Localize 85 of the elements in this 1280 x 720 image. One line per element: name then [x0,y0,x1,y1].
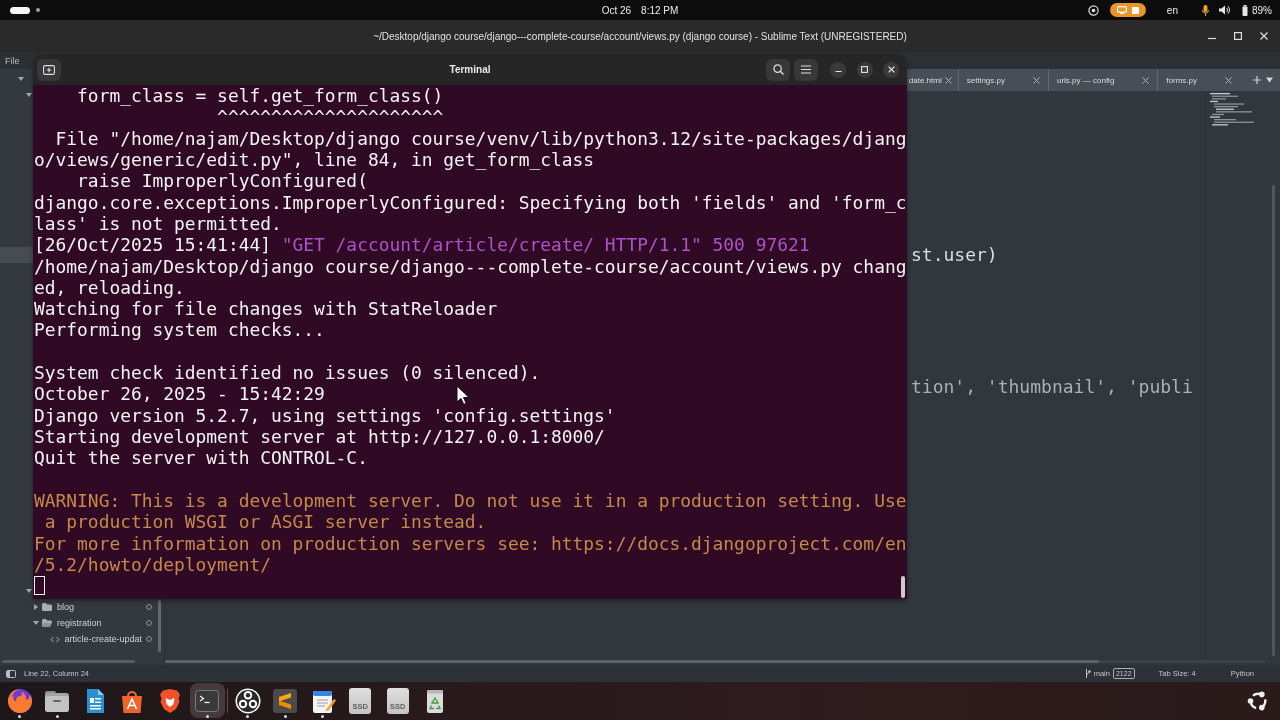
horizontal-scrollbar[interactable] [165,660,1266,663]
terminal-text: raise ImproperlyConfigured( [77,170,368,192]
speaker-icon[interactable] [1219,5,1230,15]
folder-name[interactable]: blog [57,602,74,612]
warning-text: For more information on production servers see: https://docs.djangoproject.com/en [34,532,907,554]
status-ring-icon [146,620,152,626]
mouse-pointer-icon [456,385,470,406]
terminal-text: lass' is not permitted. [34,212,282,234]
search-button[interactable] [766,58,790,81]
caret-icon[interactable] [33,620,39,626]
sidebar-toggle-icon[interactable] [6,669,16,678]
terminal-text: ^^^^^^^^^^^^^^^^^^^^^ [217,106,444,128]
maximize-icon [861,66,868,73]
horizontal-scrollbar[interactable] [2,660,135,663]
status-ring-icon [146,636,152,642]
terminal-text: Performing system checks... [34,319,325,341]
terminal-text: Starting development server at http://127.0.0.1:8000/ [34,426,605,447]
three-circles-icon[interactable] [234,687,261,714]
scrollbar-thumb[interactable] [165,660,1099,663]
clock-text: 8:12 PM [641,4,679,16]
terminal-text: Django version 5.2.7, using settings 'config.settings' [34,404,616,426]
maximize-icon[interactable] [1234,32,1242,40]
terminal-text: System check identified no issues (0 silenced). [34,362,541,384]
stop-square-icon [1131,6,1139,14]
terminal-text: Quit the server with CONTROL-C. [34,447,368,469]
request-log: "GET /account/article/create/ HTTP/1.1" 500 97621 [281,234,810,256]
chevron-tile-icon[interactable] [272,687,299,714]
code-text: st.user) [911,244,998,266]
editor-tab[interactable]: forms.py [1157,69,1240,91]
close-button[interactable] [883,61,899,78]
warning-text: a production WSGI or ASGI server instead. [44,511,487,533]
caret-icon[interactable] [25,588,32,594]
code-file-icon [49,634,60,644]
date-text: Oct 26 [601,4,632,16]
terminal-text: File "/home/najam/Desktop/django course/venv/lib/python3.12/site-packages/djang [55,127,907,149]
editor-tab[interactable]: urls.py — config [1047,69,1158,91]
caret-icon[interactable] [25,92,32,98]
plus-icon[interactable] [1253,76,1261,84]
terminal-text: django.core.exceptions.ImproperlyConfigured: Specifying both 'fields' and 'form_c [34,191,907,213]
search-icon [772,64,784,75]
status-ring-icon [146,604,152,610]
code-text: tion', 'thumbnail', 'publi [911,376,1193,398]
terminal-text: October 26, 2025 - 15:42:29 [34,383,325,405]
maximize-button[interactable] [856,61,873,78]
terminal-text: Watching for file changes with StatReloader [34,298,498,320]
vertical-scrollbar[interactable] [1271,185,1275,656]
menu-button[interactable] [794,58,818,81]
log-timestamp: [26/Oct/2025 15:41:44] [34,234,271,256]
terminal-text: ed, reloading. [34,276,185,298]
warning-text: /5.2/howto/deployment/ [34,553,271,575]
screen-sharing-indicator[interactable] [1109,3,1146,17]
close-icon [887,66,895,73]
menu-item[interactable]: File [5,55,20,66]
battery-icon[interactable] [1242,4,1248,16]
workspace-indicator-icon[interactable] [10,6,30,14]
globe-icon[interactable] [6,687,33,714]
folder-icon [42,619,52,627]
caret-icon[interactable] [18,76,24,82]
battery-percentage: 89% [1252,4,1272,16]
terminal-text: /home/najam/Desktop/django course/django---complete-course/account/views.py chang [34,255,907,277]
file-name[interactable]: article-create-updat [64,634,143,644]
window-title: Terminal [449,64,491,75]
sidebar-scrollbar[interactable] [158,600,161,652]
caret-icon[interactable] [33,604,39,610]
circle-icon[interactable] [1087,4,1099,16]
menu-icon [801,65,811,74]
dropdown-caret-icon[interactable] [1266,77,1273,83]
keyboard-layout-indicator[interactable]: en [1166,4,1178,16]
terminal-text: form_class = self.get_form_class() [77,85,444,106]
monitor-icon [1116,6,1127,14]
folder-icon [42,603,52,611]
terminal-text: o/views/generic/edit.py", line 84, in get_form_class [34,148,595,170]
scrollbar-thumb[interactable] [901,576,905,598]
editor-tab[interactable]: date.html [908,69,958,91]
minimize-button[interactable] [830,61,846,78]
editor-tab[interactable]: settings.py [957,69,1048,91]
warning-text: WARNING: This is a development server. Do not use it in a production setting. Use [34,489,907,511]
microphone-icon[interactable] [1202,4,1209,16]
branch-icon[interactable] [1084,669,1091,678]
window-title: ~/Desktop/django course/django---complete-course/account/views.py (django course) - Sublime Text (UNREGISTERED) [373,30,907,42]
new-tab-button[interactable] [37,58,61,81]
folder-name[interactable]: registration [57,618,102,628]
close-icon[interactable] [1260,32,1268,40]
tab-plus-icon [43,64,55,75]
ring-logo-icon[interactable] [1247,690,1269,712]
